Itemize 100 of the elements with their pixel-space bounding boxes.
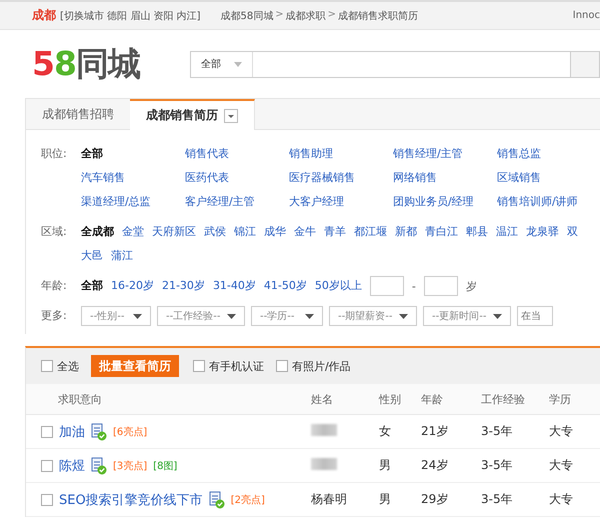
breadcrumb-separator: > [328,8,336,22]
area-option[interactable]: 锦江 [234,220,256,244]
area-option[interactable]: 成华 [264,220,286,244]
column-header: 姓名 [311,392,334,406]
area-option[interactable]: 武侯 [204,220,226,244]
area-option[interactable]: 金牛 [294,220,316,244]
range-separator: - [412,280,416,292]
table-cell-text: 大专 [549,457,574,474]
position-option[interactable]: 销售代表 [185,142,289,166]
caret-icon [227,314,236,318]
area-option[interactable]: 大邑 [81,244,103,268]
column-header: 性别 [379,392,402,406]
position-option[interactable]: 网络销售 [393,166,497,190]
search-field[interactable]: 全部 [190,50,600,78]
logo[interactable]: 58同城 [32,42,190,86]
filter-dropdown[interactable]: --工作经验-- [157,306,245,326]
position-option[interactable]: 销售总监 [497,142,600,166]
position-option[interactable]: 客户经理/主管 [185,190,289,214]
column-header: 求职意向 [57,392,103,406]
area-option[interactable]: 金堂 [122,220,144,244]
filter-label: 职位: [41,146,68,162]
position-option[interactable]: 销售经理/主管 [393,142,497,166]
age-to-field[interactable] [424,276,458,296]
filter-dropdown[interactable]: --学历-- [251,306,323,326]
area-option[interactable]: 全成都 [81,220,114,244]
area-option[interactable]: 郫县 [466,220,488,244]
area-option[interactable]: 天府新区 [152,220,196,244]
table-cell-text: 24岁 [421,457,450,474]
age-option[interactable]: 全部 [81,274,103,298]
search-button[interactable] [570,52,599,76]
position-option[interactable]: 团购业务员/经理 [393,190,497,214]
breadcrumb-link[interactable]: 成都58同城 [220,8,274,22]
checkbox-label[interactable]: 全选 [57,358,79,374]
age-option[interactable]: 41-50岁 [264,274,307,298]
checkbox[interactable] [193,360,205,372]
position-option[interactable]: 区域销售 [497,166,600,190]
user-name[interactable]: Innoc [572,10,600,21]
tab[interactable]: 成都销售简历 [130,99,255,130]
checkbox-label[interactable]: 有照片/作品 [292,358,351,374]
position-option[interactable]: 渠道经理/总监 [81,190,185,214]
position-option[interactable]: 汽车销售 [81,166,185,190]
filter-dropdown[interactable]: --更新时间-- [423,306,511,326]
filter-dropdown[interactable]: --性别-- [81,306,151,326]
table-cell-text: 3-5年 [481,457,514,474]
breadcrumb-link[interactable]: 成都求职 [286,8,326,22]
caret-icon [133,314,142,318]
row-checkbox[interactable] [41,494,53,506]
row-checkbox[interactable] [41,460,53,472]
area-option[interactable]: 青羊 [324,220,346,244]
checkbox-label[interactable]: 有手机认证 [209,358,264,374]
area-option[interactable]: 新都 [395,220,417,244]
position-option[interactable]: 销售培训师/讲师 [497,190,600,214]
caret-icon [399,314,408,318]
area-option[interactable]: 青白江 [425,220,458,244]
age-option[interactable]: 21-30岁 [162,274,205,298]
batch-view-button[interactable]: 批量查看简历 [91,355,179,377]
tab[interactable]: 成都销售招聘 [26,99,130,129]
checkbox[interactable] [41,360,53,372]
row-checkbox[interactable] [41,426,53,438]
age-option[interactable]: 16-20岁 [111,274,154,298]
table-cell: 杨春明 [311,492,347,506]
filter-dropdown[interactable]: --期望薪资-- [329,306,417,326]
age-option[interactable]: 50岁以上 [314,274,362,298]
table-cell-text: 3-5年 [481,423,514,440]
area-option[interactable]: 龙泉驿 [526,220,559,244]
table-cell-text: 21岁 [421,423,450,440]
caret-icon [493,314,502,318]
resume-link[interactable]: SEO搜索引擎竞价线下市 [59,490,203,508]
table-cell-text: 女 [379,423,392,440]
dropdown-icon[interactable] [224,108,238,122]
city-switch-links[interactable]: [切换城市 德阳 眉山 资阳 内江] [60,8,201,22]
highlight-tag: [2亮点] [230,492,265,506]
age-option[interactable]: 31-40岁 [212,274,256,298]
highlight-tag: [6亮点] [113,424,148,438]
resume-link[interactable]: 陈煜 [59,456,85,474]
filter-label: 年龄: [41,278,68,294]
position-option[interactable]: 医药代表 [185,166,289,190]
highlight-tag: [3亮点] [113,458,148,472]
table-cell-text: 29岁 [421,491,450,508]
resume-link[interactable]: 加油 [59,422,85,440]
checkbox[interactable] [276,360,288,372]
age-from-field[interactable] [370,276,404,296]
position-option[interactable]: 医疗器械销售 [289,166,393,190]
area-option[interactable]: 蒲江 [111,244,133,268]
area-option[interactable]: 温江 [496,220,518,244]
position-option[interactable]: 全部 [81,142,185,166]
column-header: 年龄 [421,392,444,406]
area-option[interactable]: 双 [567,220,578,244]
position-option[interactable]: 大客户经理 [289,190,393,214]
position-option[interactable]: 销售助理 [289,142,393,166]
age-unit: 岁 [466,278,477,294]
table-cell-text: 大专 [549,491,574,508]
keyword-field[interactable]: 在当 [517,306,553,326]
current-city[interactable]: 成都 [32,7,56,24]
caret-icon [234,62,242,66]
table-cell-text: 3-5年 [481,491,514,508]
breadcrumb-link[interactable]: 成都销售求职简历 [338,8,418,22]
breadcrumb-separator: > [275,8,284,22]
area-option[interactable]: 都江堰 [354,220,387,244]
column-header: 工作经验 [481,392,526,406]
